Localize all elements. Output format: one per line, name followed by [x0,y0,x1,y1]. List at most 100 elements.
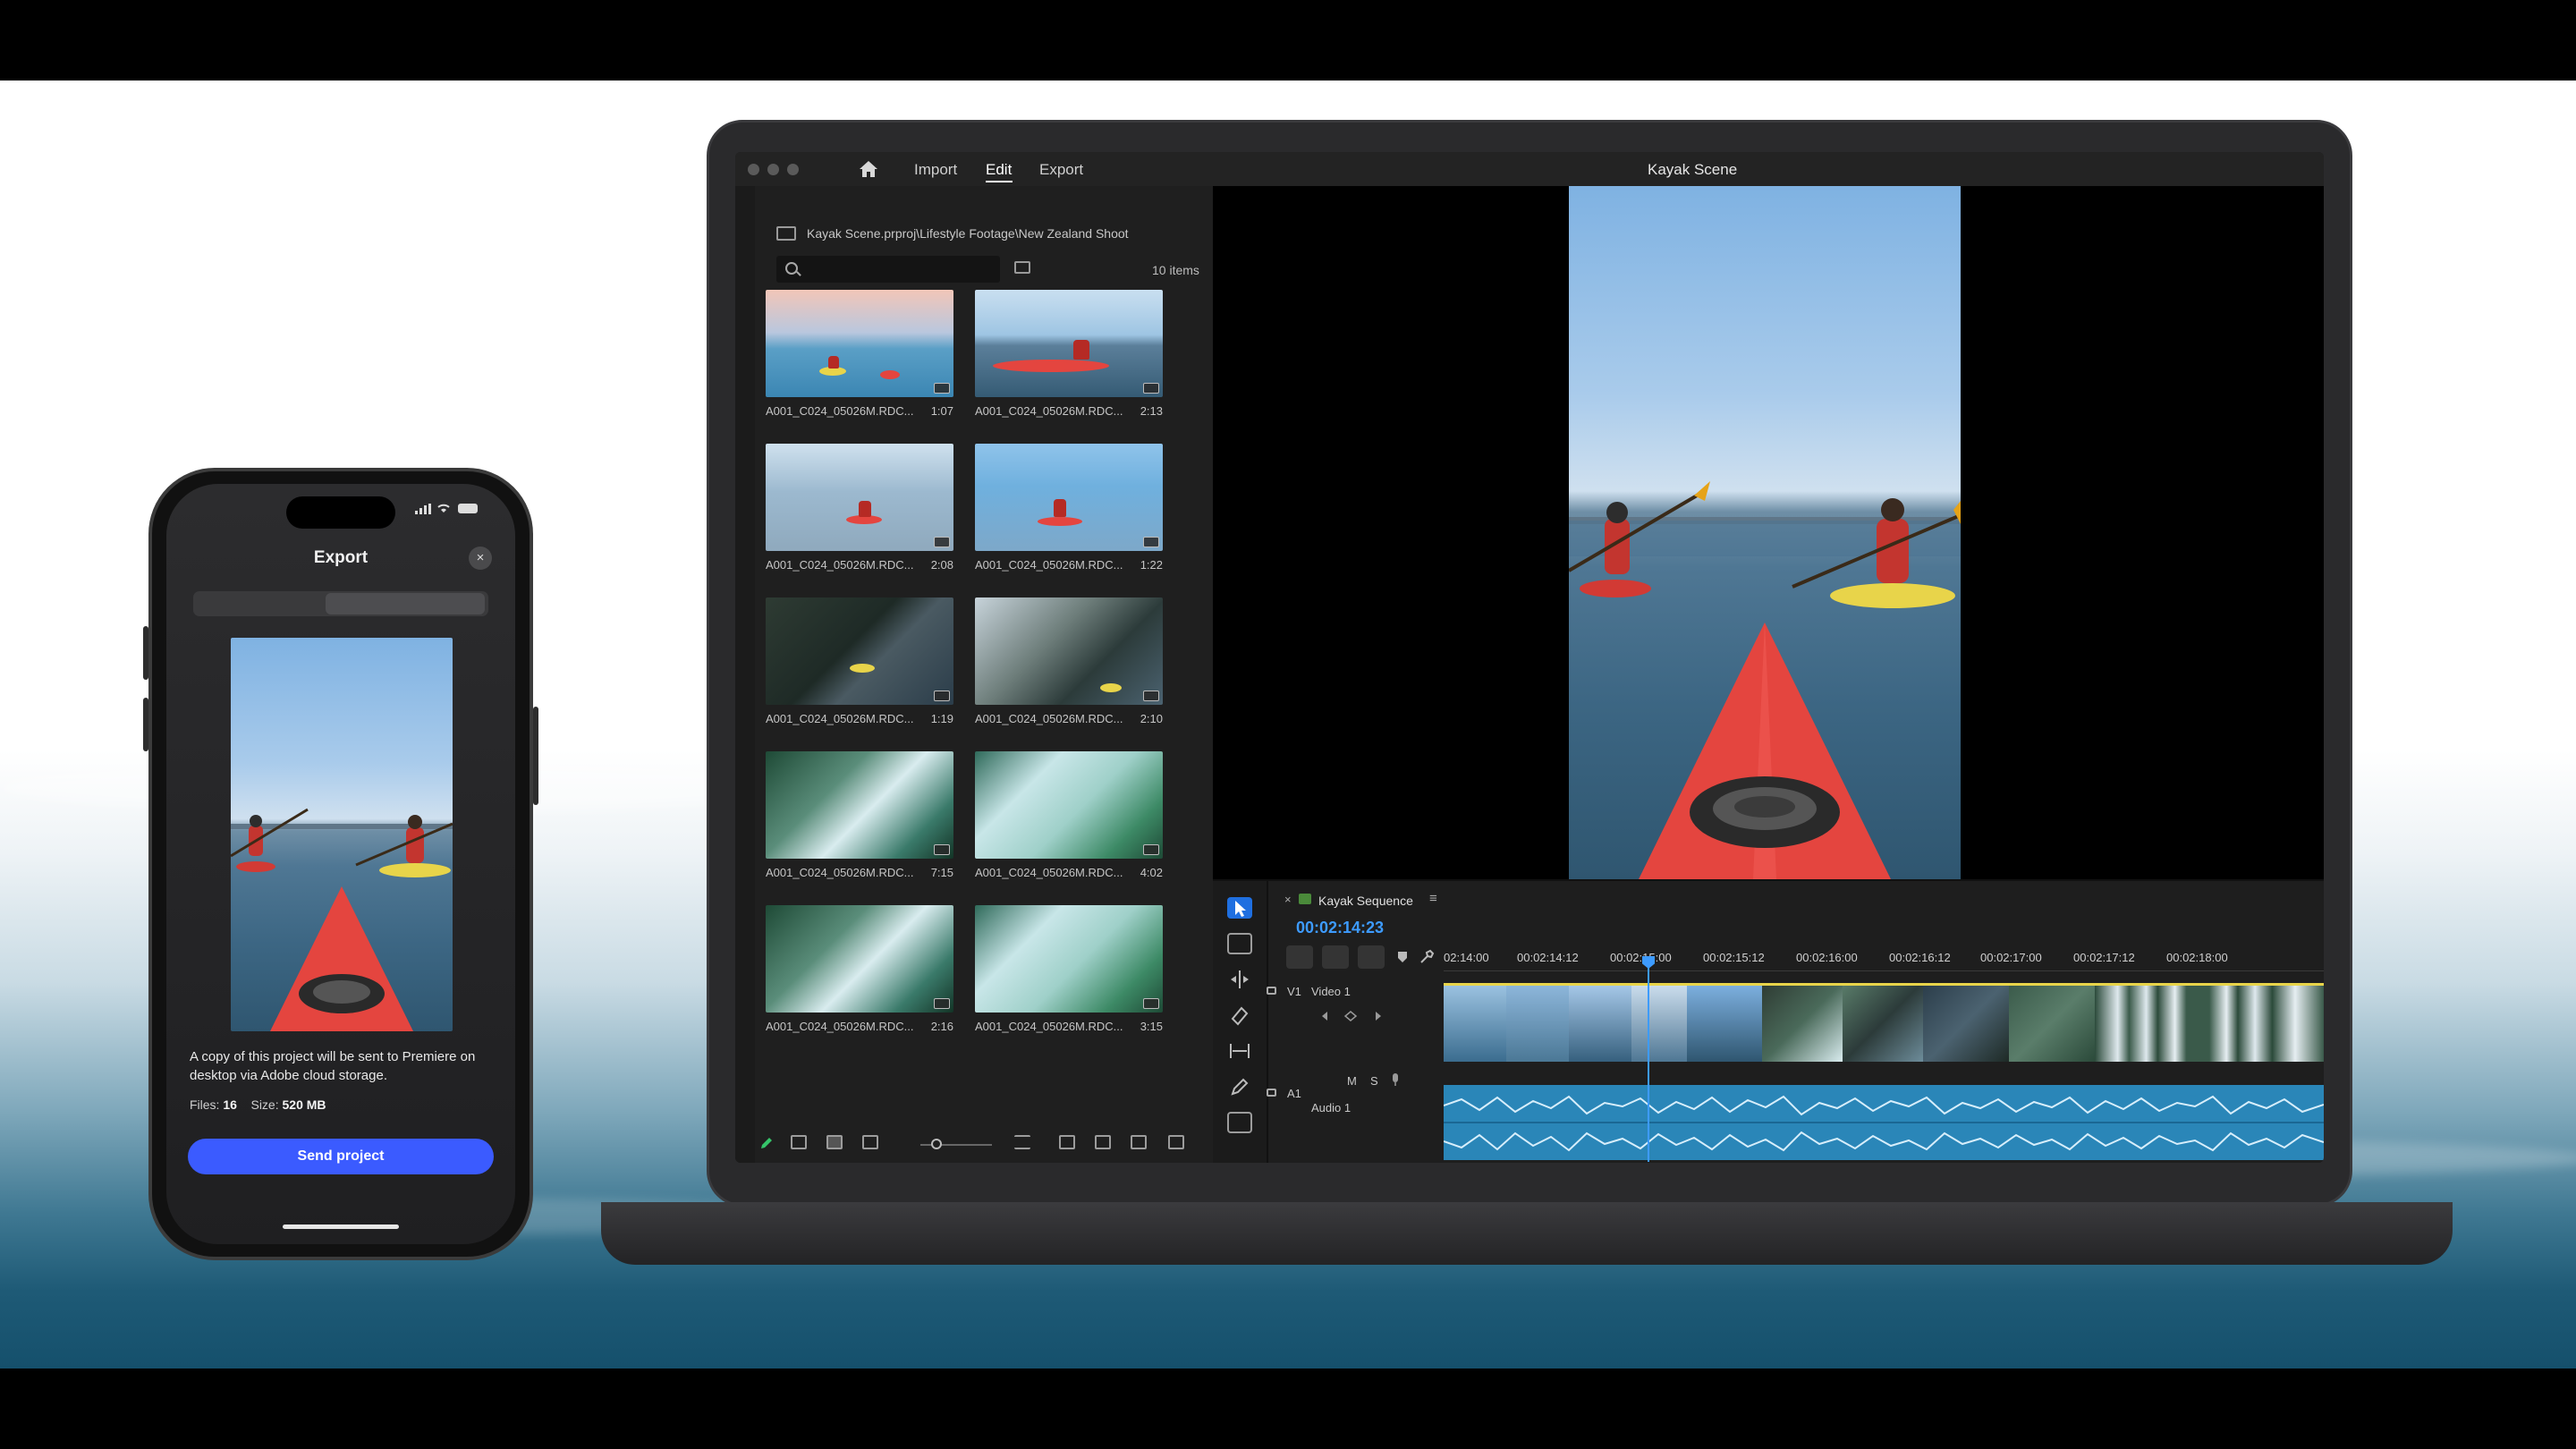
pen-icon[interactable] [1227,1076,1252,1097]
media-toolbar [755,1130,1213,1157]
timecode[interactable]: 00:02:14:23 [1296,919,1384,937]
close-icon[interactable]: × [469,547,492,570]
ripple-edit-icon[interactable] [1227,969,1252,990]
clip-thumbnail [766,597,953,705]
track-mute-button[interactable]: M [1347,1074,1357,1088]
pencil-icon[interactable] [758,1135,775,1151]
nav-import[interactable]: Import [914,161,957,179]
timeline-clip[interactable] [2009,983,2095,1062]
clip-name: A001_C024_05026M.RDC... [766,404,914,418]
sort-icon[interactable] [1014,1135,1030,1149]
letterbox-top [0,0,2576,80]
clip-item[interactable]: A001_C024_05026M.RDC... 2:10 [975,597,1163,725]
nav-edit[interactable]: Edit [986,161,1012,179]
clip-duration: 2:16 [930,1020,953,1033]
zoom-slider-handle[interactable] [931,1139,942,1149]
clip-name: A001_C024_05026M.RDC... [766,866,914,879]
keyframe-nav[interactable] [1320,1010,1383,1022]
clip-duration: 4:02 [1140,866,1163,879]
window-minimize-button[interactable] [767,164,779,175]
timeline-clip[interactable] [1923,983,2009,1062]
bin-icon[interactable] [1014,261,1030,274]
window-zoom-button[interactable] [787,164,799,175]
clip-item[interactable]: A001_C024_05026M.RDC... 1:07 [766,290,953,418]
nest-toggle[interactable] [1286,945,1313,969]
wifi-icon [437,504,450,513]
clip-item[interactable]: A001_C024_05026M.RDC... 2:08 [766,444,953,572]
segmented-control-active[interactable] [326,593,485,614]
slip-icon[interactable] [1227,1040,1252,1062]
signal-icon [415,504,431,514]
sequence-tab[interactable]: Kayak Sequence [1318,894,1413,908]
export-meta: Files: 16 Size: 520 MB [190,1097,326,1112]
export-title: Export [313,548,369,567]
linked-selection-toggle[interactable] [1358,945,1385,969]
kayak-scene-image [231,808,453,1031]
program-monitor[interactable] [1213,186,2324,879]
new-item-icon[interactable] [1131,1135,1147,1149]
clip-thumbnail [766,905,953,1013]
files-label: Files: [190,1097,220,1112]
track-solo-button[interactable]: S [1370,1074,1378,1088]
timeline-clip[interactable] [2095,983,2209,1062]
home-icon[interactable] [859,160,878,178]
ruler-tick-label: 00:02:15:00 [1610,951,1672,964]
clip-item[interactable]: A001_C024_05026M.RDC... 2:13 [975,290,1163,418]
clip-duration: 2:10 [1140,712,1163,725]
clip-item[interactable]: A001_C024_05026M.RDC... 1:19 [766,597,953,725]
track-name-video1: Video 1 [1311,985,1351,998]
audio-track[interactable] [1444,1085,2324,1160]
track-name-audio1: Audio 1 [1311,1101,1352,1114]
project-title: Kayak Scene [1648,161,1738,178]
clip-item[interactable]: A001_C024_05026M.RDC... 3:15 [975,905,1163,1033]
close-icon[interactable]: × [1284,893,1292,906]
clip-duration: 2:13 [1140,404,1163,418]
timeline-clip[interactable] [1444,983,1506,1062]
selection-tool-icon[interactable] [1227,897,1252,919]
track-select-icon[interactable] [1227,933,1252,954]
video-track[interactable] [1444,983,2324,1062]
snap-toggle[interactable] [1322,945,1349,969]
folder-icon [776,226,796,241]
clip-thumbnail [766,751,953,859]
clip-item[interactable]: A001_C024_05026M.RDC... 1:22 [975,444,1163,572]
video-preview [1569,186,1961,879]
clip-item[interactable]: A001_C024_05026M.RDC... 7:15 [766,751,953,879]
timeline-clip[interactable] [1843,983,1923,1062]
breadcrumb[interactable]: Kayak Scene.prproj\Lifestyle Footage\New… [807,226,1129,241]
timeline-clip[interactable] [2209,983,2324,1062]
lock-icon[interactable] [1267,987,1276,995]
playhead[interactable] [1648,963,1649,1162]
timeline-clip[interactable] [1569,983,1631,1062]
freeform-view-icon[interactable] [862,1135,878,1149]
clip-thumbnail [975,597,1163,705]
nav-export[interactable]: Export [1039,161,1083,179]
clip-selection-bar [1444,983,2324,986]
panel-menu-icon[interactable]: ≡ [1429,891,1437,906]
window-close-button[interactable] [748,164,759,175]
letterbox-bottom [0,1368,2576,1449]
microphone-icon[interactable] [1390,1072,1401,1087]
razor-icon[interactable] [1227,1004,1252,1026]
track-id-a1[interactable]: A1 [1287,1087,1301,1100]
trash-icon[interactable] [1168,1135,1184,1149]
text-icon[interactable] [1227,1112,1252,1133]
timeline-clip[interactable] [1687,983,1762,1062]
timeline-clip[interactable] [1631,983,1687,1062]
ruler-tick-label: 00:02:16:12 [1889,951,1951,964]
wrench-icon[interactable] [1419,949,1435,965]
marker-icon[interactable] [1397,951,1408,963]
clip-item[interactable]: A001_C024_05026M.RDC... 2:16 [766,905,953,1033]
new-bin-icon[interactable] [1095,1135,1111,1149]
track-id-v1[interactable]: V1 [1287,985,1301,998]
send-project-button[interactable]: Send project [188,1139,494,1174]
lock-icon[interactable] [1267,1089,1276,1097]
clip-name: A001_C024_05026M.RDC... [975,404,1123,418]
clip-item[interactable]: A001_C024_05026M.RDC... 4:02 [975,751,1163,879]
timeline-clip[interactable] [1762,983,1843,1062]
grid-view-icon[interactable] [826,1135,843,1149]
timeline-clip[interactable] [1506,983,1569,1062]
list-view-icon[interactable] [791,1135,807,1149]
automate-icon[interactable] [1059,1135,1075,1149]
media-search-input[interactable] [776,256,1000,283]
